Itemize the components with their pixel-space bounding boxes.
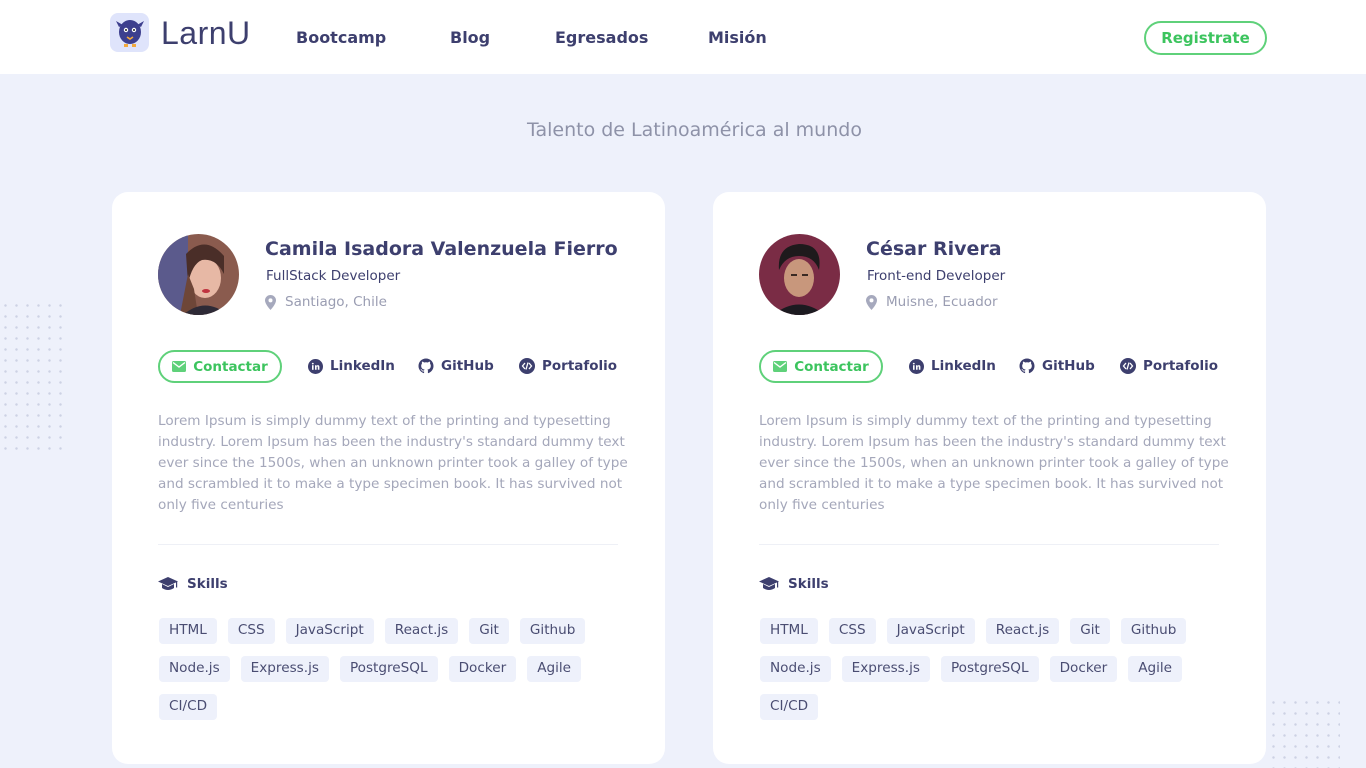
nav-blog[interactable]: Blog [450, 28, 490, 48]
profile-bio: Lorem Ipsum is simply dummy text of the … [158, 413, 628, 513]
profile-location: Muisne, Ecuador [866, 294, 998, 310]
github-link[interactable]: GitHub [1019, 358, 1095, 374]
github-label: GitHub [441, 358, 494, 374]
skill-tag: Github [1120, 618, 1187, 644]
location-text: Muisne, Ecuador [886, 294, 998, 310]
code-icon [519, 358, 535, 374]
graduation-cap-icon [158, 576, 178, 592]
skill-tag: Agile [1128, 656, 1183, 682]
profile-bio: Lorem Ipsum is simply dummy text of the … [759, 413, 1229, 513]
decorative-dots-left [0, 300, 68, 458]
profile-location: Santiago, Chile [265, 294, 387, 310]
skill-tag: JavaScript [285, 618, 374, 644]
skill-tag: Github [519, 618, 586, 644]
skills-heading: Skills [158, 576, 228, 592]
larnu-mascot-icon [110, 13, 149, 52]
skill-tag: Express.js [841, 656, 930, 682]
linkedin-icon [308, 358, 323, 374]
linkedin-label: LinkedIn [330, 358, 395, 374]
skill-tag: Node.js [760, 656, 831, 682]
profile-role: FullStack Developer [266, 268, 401, 284]
github-link[interactable]: GitHub [418, 358, 494, 374]
skill-tag: PostgreSQL [940, 656, 1039, 682]
skills-label: Skills [187, 576, 228, 592]
profile-card: Camila Isadora Valenzuela Fierro FullSta… [112, 192, 665, 764]
mail-icon [773, 361, 788, 372]
nav-bootcamp[interactable]: Bootcamp [296, 28, 386, 48]
linkedin-icon [909, 358, 924, 374]
skill-tag: Git [469, 618, 509, 644]
portfolio-label: Portafolio [1143, 358, 1219, 374]
nav-mision[interactable]: Misión [708, 28, 767, 48]
linkedin-link[interactable]: LinkedIn [909, 358, 996, 374]
contact-button[interactable]: Contactar [759, 350, 883, 383]
skill-tag: CI/CD [760, 694, 819, 720]
divider [759, 544, 1219, 545]
profile-card: César Rivera Front-end Developer Muisne,… [713, 192, 1266, 764]
decorative-dots-right [1268, 697, 1340, 768]
skill-tag: Agile [527, 656, 582, 682]
contact-button[interactable]: Contactar [158, 350, 282, 383]
skill-tag: PostgreSQL [339, 656, 438, 682]
github-icon [1019, 358, 1035, 374]
skills-heading: Skills [759, 576, 829, 592]
portfolio-link[interactable]: Portafolio [1120, 358, 1218, 374]
skills-list: HTML CSS JavaScript React.js Git Github … [159, 618, 629, 720]
profile-name: César Rivera [866, 238, 1002, 260]
linkedin-link[interactable]: LinkedIn [308, 358, 395, 374]
skill-tag: CSS [227, 618, 275, 644]
skill-tag: Docker [1049, 656, 1118, 682]
skill-tag: HTML [159, 618, 217, 644]
profile-role: Front-end Developer [867, 268, 1006, 284]
graduation-cap-icon [759, 576, 779, 592]
skill-tag: Express.js [240, 656, 329, 682]
location-pin-icon [866, 294, 877, 310]
skill-tag: Git [1070, 618, 1110, 644]
avatar [158, 234, 239, 315]
portfolio-label: Portafolio [542, 358, 618, 374]
contact-label: Contactar [794, 358, 869, 375]
avatar [759, 234, 840, 315]
profile-name: Camila Isadora Valenzuela Fierro [265, 238, 618, 260]
location-text: Santiago, Chile [285, 294, 387, 310]
skill-tag: CI/CD [159, 694, 218, 720]
skills-list: HTML CSS JavaScript React.js Git Github … [760, 618, 1230, 720]
divider [158, 544, 618, 545]
logo-text: LarnU [161, 14, 251, 51]
github-label: GitHub [1042, 358, 1095, 374]
nav-egresados[interactable]: Egresados [555, 28, 648, 48]
site-header: LarnU Bootcamp Blog Egresados Misión Reg… [0, 0, 1366, 74]
page-title: Talento de Latinoamérica al mundo [527, 119, 862, 141]
contact-label: Contactar [193, 358, 268, 375]
portfolio-link[interactable]: Portafolio [519, 358, 617, 374]
skills-label: Skills [788, 576, 829, 592]
code-icon [1120, 358, 1136, 374]
skill-tag: CSS [828, 618, 876, 644]
linkedin-label: LinkedIn [931, 358, 996, 374]
mail-icon [172, 361, 187, 372]
location-pin-icon [265, 294, 276, 310]
logo-link[interactable]: LarnU [110, 13, 251, 52]
skill-tag: React.js [985, 618, 1060, 644]
skill-tag: React.js [384, 618, 459, 644]
skill-tag: HTML [760, 618, 818, 644]
skill-tag: Docker [448, 656, 517, 682]
register-button[interactable]: Registrate [1144, 21, 1267, 55]
skill-tag: JavaScript [886, 618, 975, 644]
skill-tag: Node.js [159, 656, 230, 682]
github-icon [418, 358, 434, 374]
